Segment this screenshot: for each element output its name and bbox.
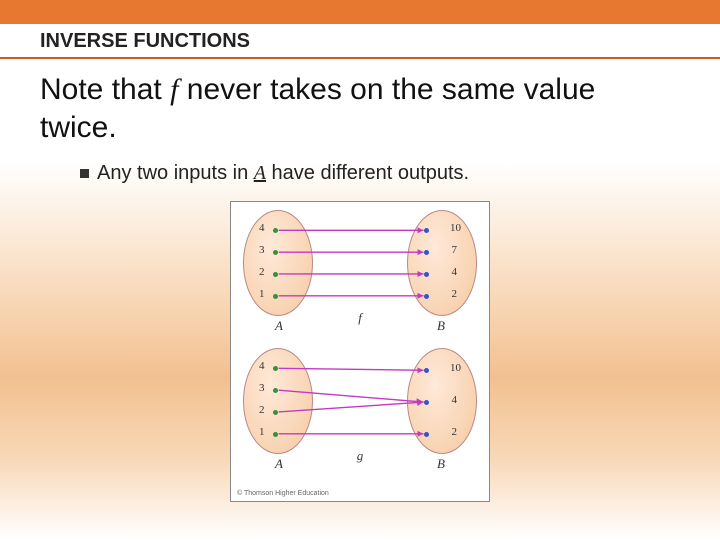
set-label-A: A <box>275 456 283 472</box>
func-label-f: f <box>358 310 362 326</box>
mapping-g: 4 3 2 1 10 4 2 A g B <box>237 348 483 468</box>
var-A: A <box>254 162 266 184</box>
mapping-f: 4 3 2 1 10 7 4 2 A f B <box>237 210 483 330</box>
mapping-diagram: 4 3 2 1 10 7 4 2 A f B 4 3 2 <box>230 201 490 502</box>
bullet-post: have different outputs. <box>266 162 469 184</box>
text-pre: Note that <box>40 73 170 106</box>
set-label-A: A <box>275 318 283 334</box>
func-label-g: g <box>357 448 364 464</box>
section-title: INVERSE FUNCTIONS <box>40 30 250 52</box>
set-label-B: B <box>437 318 445 334</box>
set-label-B: B <box>437 456 445 472</box>
main-statement: Note that f never takes on the same valu… <box>0 59 720 156</box>
accent-bar <box>0 0 720 24</box>
bullet-pre: Any two inputs in <box>97 162 254 184</box>
section-header: INVERSE FUNCTIONS <box>0 24 720 59</box>
image-credit: © Thomson Higher Education <box>237 486 483 497</box>
bullet-icon <box>80 169 89 178</box>
bullet-line: Any two inputs in A have different outpu… <box>0 156 720 195</box>
